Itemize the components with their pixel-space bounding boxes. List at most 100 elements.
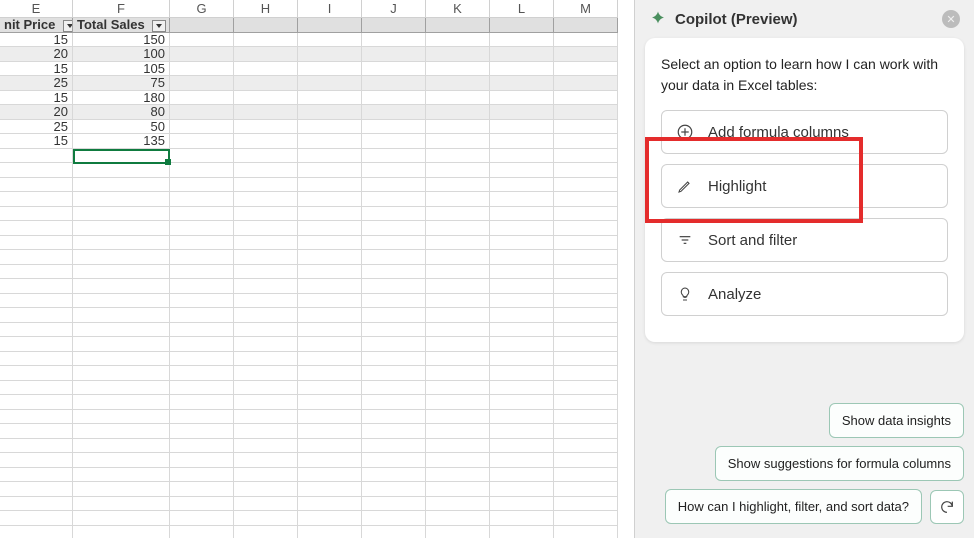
cell[interactable]: [170, 62, 234, 77]
cell[interactable]: [234, 352, 298, 367]
cell[interactable]: [0, 178, 73, 193]
cell[interactable]: [490, 134, 554, 149]
cell[interactable]: [0, 221, 73, 236]
cell[interactable]: [426, 482, 490, 497]
cell[interactable]: [362, 120, 426, 135]
cell[interactable]: [554, 76, 618, 91]
cell[interactable]: [73, 482, 170, 497]
cell[interactable]: [490, 163, 554, 178]
cell[interactable]: [490, 265, 554, 280]
option-highlight[interactable]: Highlight: [661, 164, 948, 208]
cell[interactable]: [426, 308, 490, 323]
cell[interactable]: [73, 395, 170, 410]
cell[interactable]: [362, 337, 426, 352]
cell[interactable]: [73, 163, 170, 178]
cell[interactable]: [170, 120, 234, 135]
cell[interactable]: 80: [73, 105, 170, 120]
cell[interactable]: [298, 294, 362, 309]
cell[interactable]: [490, 47, 554, 62]
cell[interactable]: [298, 250, 362, 265]
cell[interactable]: [170, 250, 234, 265]
cell[interactable]: 135: [73, 134, 170, 149]
cell[interactable]: 15: [0, 62, 73, 77]
cell[interactable]: [490, 308, 554, 323]
cell[interactable]: [0, 482, 73, 497]
cell[interactable]: [234, 120, 298, 135]
cell[interactable]: [73, 526, 170, 538]
cell[interactable]: [170, 482, 234, 497]
cell[interactable]: [554, 250, 618, 265]
cell[interactable]: [426, 294, 490, 309]
cell[interactable]: [298, 236, 362, 251]
cell[interactable]: [362, 149, 426, 164]
cell[interactable]: [554, 178, 618, 193]
cell[interactable]: [170, 294, 234, 309]
cell[interactable]: [554, 149, 618, 164]
cell[interactable]: [0, 265, 73, 280]
cell[interactable]: [426, 395, 490, 410]
cell[interactable]: [426, 134, 490, 149]
cell[interactable]: [490, 294, 554, 309]
cell[interactable]: [362, 33, 426, 48]
cell[interactable]: [554, 91, 618, 106]
cell[interactable]: 25: [0, 76, 73, 91]
cell[interactable]: [362, 18, 426, 33]
cell[interactable]: [234, 250, 298, 265]
cell[interactable]: [170, 91, 234, 106]
cell[interactable]: [298, 47, 362, 62]
cell[interactable]: [554, 105, 618, 120]
cell[interactable]: [298, 120, 362, 135]
cell[interactable]: [298, 134, 362, 149]
cell[interactable]: [554, 497, 618, 512]
cell[interactable]: [298, 265, 362, 280]
option-analyze[interactable]: Analyze: [661, 272, 948, 316]
cell[interactable]: [426, 453, 490, 468]
cell[interactable]: [362, 178, 426, 193]
col-header-f[interactable]: F: [73, 0, 170, 18]
cell[interactable]: [234, 105, 298, 120]
option-sort-and-filter[interactable]: Sort and filter: [661, 218, 948, 262]
cell[interactable]: [234, 76, 298, 91]
cell[interactable]: 150: [73, 33, 170, 48]
cell[interactable]: [362, 366, 426, 381]
cell[interactable]: [426, 91, 490, 106]
cell[interactable]: [298, 526, 362, 538]
cell[interactable]: [234, 62, 298, 77]
cell[interactable]: [0, 192, 73, 207]
col-header-j[interactable]: J: [362, 0, 426, 18]
cell[interactable]: [426, 236, 490, 251]
cell[interactable]: [234, 381, 298, 396]
cell[interactable]: [554, 424, 618, 439]
cell[interactable]: [170, 178, 234, 193]
cell[interactable]: [234, 163, 298, 178]
cell[interactable]: [426, 265, 490, 280]
cell[interactable]: [490, 395, 554, 410]
cell[interactable]: [426, 381, 490, 396]
cell[interactable]: [490, 105, 554, 120]
cell[interactable]: [490, 250, 554, 265]
cell[interactable]: [170, 236, 234, 251]
cell[interactable]: [73, 149, 170, 164]
cell[interactable]: [362, 497, 426, 512]
cell[interactable]: [490, 366, 554, 381]
filter-icon[interactable]: [152, 20, 166, 32]
cell[interactable]: [490, 526, 554, 538]
cell[interactable]: [234, 453, 298, 468]
cell[interactable]: [362, 526, 426, 538]
cell[interactable]: [170, 497, 234, 512]
cell[interactable]: [298, 395, 362, 410]
cell[interactable]: [0, 381, 73, 396]
cell[interactable]: [0, 395, 73, 410]
cell[interactable]: [426, 163, 490, 178]
cell[interactable]: [426, 337, 490, 352]
col-header-g[interactable]: G: [170, 0, 234, 18]
cell[interactable]: [298, 91, 362, 106]
cell[interactable]: [170, 105, 234, 120]
cell[interactable]: [554, 236, 618, 251]
cell[interactable]: [0, 366, 73, 381]
cell[interactable]: [298, 352, 362, 367]
cell[interactable]: [298, 308, 362, 323]
cell[interactable]: [554, 62, 618, 77]
col-header-l[interactable]: L: [490, 0, 554, 18]
cell[interactable]: [490, 352, 554, 367]
